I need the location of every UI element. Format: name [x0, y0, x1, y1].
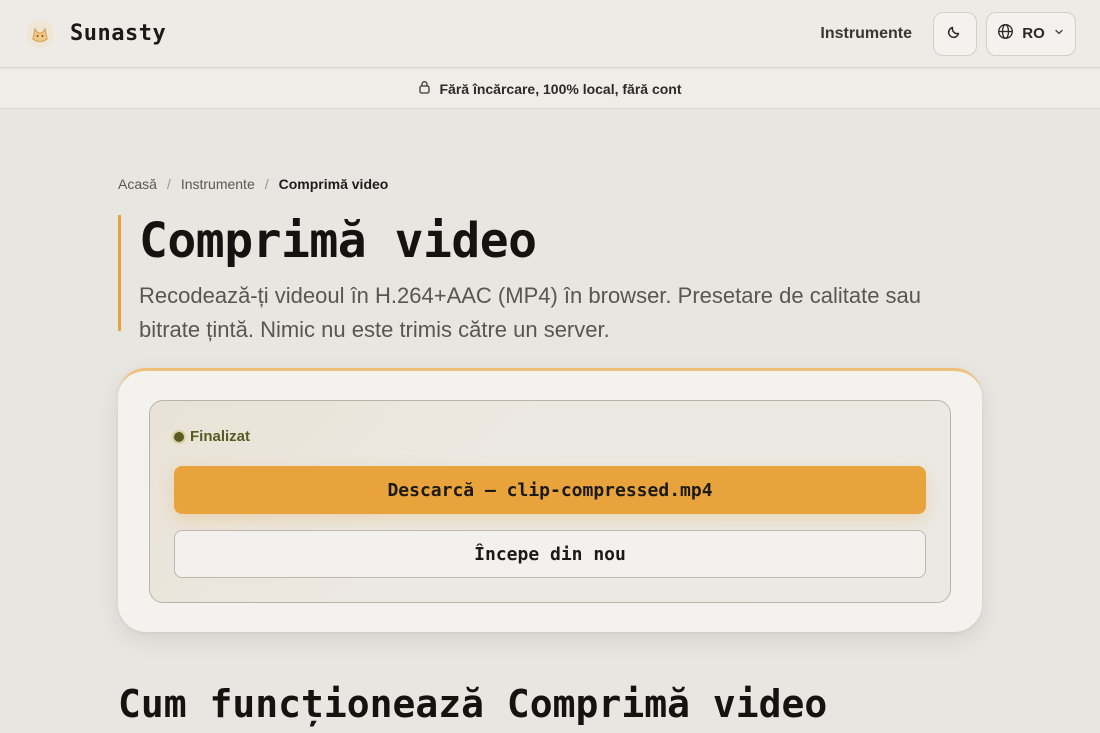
result-panel: Finalizat Descarcă — clip-compressed.mp4… — [149, 400, 951, 603]
language-label: RO — [1022, 25, 1045, 42]
how-it-works-title: Cum funcționează Comprimă video — [118, 682, 828, 726]
hero: Comprimă video Recodează-ți videoul în H… — [118, 213, 982, 342]
lock-icon — [418, 80, 431, 97]
breadcrumb-current: Comprimă video — [278, 176, 389, 192]
privacy-banner: Fără încărcare, 100% local, fără cont — [0, 69, 1100, 109]
moon-icon — [947, 23, 963, 44]
tool-card: Finalizat Descarcă — clip-compressed.mp4… — [118, 368, 982, 632]
download-button[interactable]: Descarcă — clip-compressed.mp4 — [174, 466, 926, 514]
globe-icon — [997, 23, 1014, 45]
banner-text: Fără încărcare, 100% local, fără cont — [439, 80, 682, 97]
chevron-down-icon — [1053, 25, 1065, 43]
breadcrumb-separator: / — [264, 176, 269, 192]
brand-name: Sunasty — [70, 21, 167, 46]
breadcrumb-home[interactable]: Acasă — [118, 176, 157, 192]
status-label: Finalizat — [190, 428, 251, 445]
nav-link-tools[interactable]: Instrumente — [820, 25, 912, 43]
breadcrumb-tools[interactable]: Instrumente — [181, 176, 255, 192]
restart-button[interactable]: Începe din nou — [174, 530, 926, 578]
breadcrumb-separator: / — [166, 176, 171, 192]
top-header: Sunasty Instrumente RO — [0, 0, 1100, 68]
brand[interactable]: Sunasty — [24, 18, 166, 50]
fox-logo-icon — [24, 18, 56, 50]
status-badge: Finalizat — [174, 428, 250, 445]
page-description: Recodează-ți videoul în H.264+AAC (MP4) … — [139, 283, 922, 342]
page-title: Comprimă video — [139, 213, 537, 269]
breadcrumb: Acasă / Instrumente / Comprimă video — [118, 176, 388, 192]
language-select[interactable]: RO — [986, 11, 1076, 56]
theme-toggle-button[interactable] — [933, 11, 977, 56]
header-actions: Instrumente RO — [820, 11, 1076, 56]
status-dot-icon — [174, 431, 184, 442]
